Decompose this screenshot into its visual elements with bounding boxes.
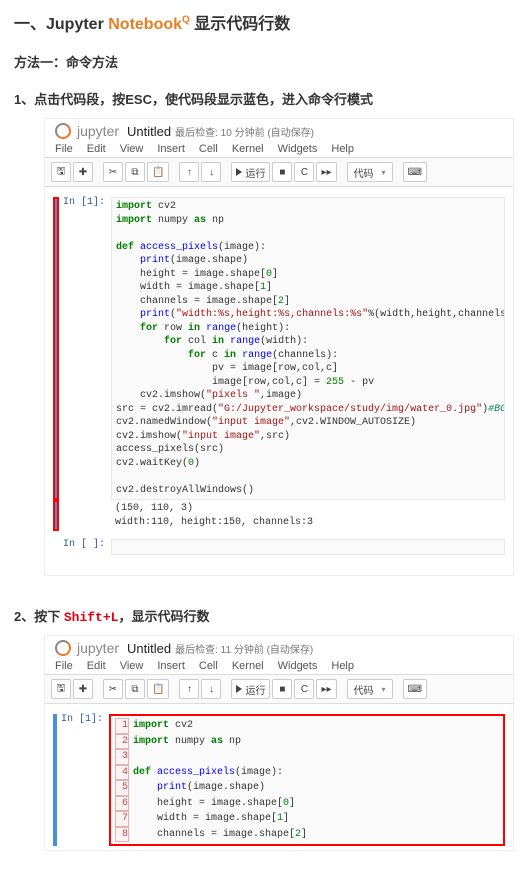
notebook-header: jupyter Untitled 最后检查: 10 分钟前 (自动保存) [45, 119, 513, 141]
notebook-title[interactable]: Untitled [127, 641, 171, 656]
step-2-post: ，显示代码行数 [118, 609, 209, 624]
title-pre: 一、Jupyter [14, 16, 108, 33]
command-mode-indicator [53, 197, 59, 500]
menu-insert[interactable]: Insert [157, 143, 185, 155]
menubar: File Edit View Insert Cell Kernel Widget… [45, 141, 513, 158]
title-post: 显示代码行数 [190, 16, 290, 33]
code-editor[interactable]: import cv2 import numpy as np def access… [111, 197, 505, 500]
cells-area: In [1]: 1import cv2 2import numpy as np … [45, 704, 513, 850]
restart-button[interactable]: C [294, 679, 314, 699]
menu-cell[interactable]: Cell [199, 143, 218, 155]
notebook-meta: 最后检查: 11 分钟前 (自动保存) [175, 641, 313, 656]
input-prompt: In [1]: [63, 197, 111, 500]
menu-view[interactable]: View [120, 143, 144, 155]
code-editor[interactable]: 1import cv2 2import numpy as np 3 4def a… [109, 714, 505, 846]
step-2-text: 2、按下 Shift+L，显示代码行数 [14, 606, 514, 625]
jupyter-brand: jupyter [77, 640, 119, 656]
jupyter-logo-icon [55, 123, 71, 139]
stop-button[interactable]: ■ [272, 679, 292, 699]
notebook-meta: 最后检查: 10 分钟前 (自动保存) [175, 124, 314, 139]
menu-kernel[interactable]: Kernel [232, 143, 264, 155]
input-prompt: In [1]: [61, 714, 109, 846]
copy-button[interactable]: ⧉ [125, 162, 145, 182]
screenshot-1: jupyter Untitled 最后检查: 10 分钟前 (自动保存) Fil… [44, 118, 514, 576]
command-palette-button[interactable]: ⌨ [403, 162, 427, 182]
run-label: 运行 [245, 165, 265, 180]
notebook-title[interactable]: Untitled [127, 124, 171, 139]
menu-file[interactable]: File [55, 660, 73, 672]
cut-button[interactable]: ✂ [103, 679, 123, 699]
cell-type-select[interactable]: 代码 [347, 162, 393, 182]
code-cell-1[interactable]: In [1]: 1import cv2 2import numpy as np … [53, 714, 505, 846]
notebook-header: jupyter Untitled 最后检查: 11 分钟前 (自动保存) [45, 636, 513, 658]
step-2-pre: 2、按下 [14, 609, 64, 624]
output-cell-1: (150, 110, 3) width:110, height:150, cha… [53, 500, 505, 531]
add-cell-button[interactable]: ✚ [73, 162, 93, 182]
menu-kernel[interactable]: Kernel [232, 660, 264, 672]
move-down-button[interactable]: ↓ [201, 679, 221, 699]
cell-output: (150, 110, 3) width:110, height:150, cha… [111, 500, 505, 531]
menu-widgets[interactable]: Widgets [278, 660, 318, 672]
stop-button[interactable]: ■ [272, 162, 292, 182]
restart-button[interactable]: C [294, 162, 314, 182]
cell-type-select[interactable]: 代码 [347, 679, 393, 699]
menu-insert[interactable]: Insert [157, 660, 185, 672]
toolbar: 🖫 ✚ ✂ ⧉ 📋 ↑ ↓ 运行 ■ C ▸▸ 代码 ⌨ [45, 158, 513, 187]
step-2-shortcut: Shift+L [64, 610, 119, 625]
menu-cell[interactable]: Cell [199, 660, 218, 672]
run-button[interactable]: 运行 [231, 162, 270, 182]
command-palette-button[interactable]: ⌨ [403, 679, 427, 699]
empty-code-editor[interactable] [111, 539, 505, 555]
subtitle: 方法一：命令方法 [14, 52, 514, 71]
command-mode-indicator [53, 500, 59, 531]
code-cell-2[interactable]: In [ ]: [53, 539, 505, 555]
menubar: File Edit View Insert Cell Kernel Widget… [45, 658, 513, 675]
menu-edit[interactable]: Edit [87, 660, 106, 672]
jupyter-brand: jupyter [77, 123, 119, 139]
menu-file[interactable]: File [55, 143, 73, 155]
cut-button[interactable]: ✂ [103, 162, 123, 182]
move-up-button[interactable]: ↑ [179, 679, 199, 699]
menu-widgets[interactable]: Widgets [278, 143, 318, 155]
menu-edit[interactable]: Edit [87, 143, 106, 155]
page-title: 一、Jupyter NotebookQ 显示代码行数 [14, 10, 514, 34]
cells-area: In [1]: import cv2 import numpy as np de… [45, 187, 513, 575]
jupyter-logo-icon [55, 640, 71, 656]
menu-view[interactable]: View [120, 660, 144, 672]
input-prompt: In [ ]: [63, 539, 111, 555]
toolbar: 🖫 ✚ ✂ ⧉ 📋 ↑ ↓ 运行 ■ C ▸▸ 代码 ⌨ [45, 675, 513, 704]
menu-help[interactable]: Help [331, 143, 354, 155]
copy-button[interactable]: ⧉ [125, 679, 145, 699]
output-prompt [63, 500, 111, 531]
paste-button[interactable]: 📋 [147, 162, 169, 182]
play-icon [236, 685, 242, 693]
title-superscript: Q [182, 15, 190, 26]
title-highlight: Notebook [108, 16, 182, 33]
move-up-button[interactable]: ↑ [179, 162, 199, 182]
add-cell-button[interactable]: ✚ [73, 679, 93, 699]
step-1-text: 1、点击代码段，按ESC，使代码段显示蓝色，进入命令行模式 [14, 89, 514, 108]
play-icon [236, 168, 242, 176]
restart-run-all-button[interactable]: ▸▸ [316, 162, 336, 182]
move-down-button[interactable]: ↓ [201, 162, 221, 182]
paste-button[interactable]: 📋 [147, 679, 169, 699]
screenshot-2: jupyter Untitled 最后检查: 11 分钟前 (自动保存) Fil… [44, 635, 514, 851]
run-button[interactable]: 运行 [231, 679, 270, 699]
menu-help[interactable]: Help [331, 660, 354, 672]
save-button[interactable]: 🖫 [51, 679, 71, 699]
save-button[interactable]: 🖫 [51, 162, 71, 182]
restart-run-all-button[interactable]: ▸▸ [316, 679, 336, 699]
run-label: 运行 [245, 682, 265, 697]
code-cell-1[interactable]: In [1]: import cv2 import numpy as np de… [53, 197, 505, 500]
